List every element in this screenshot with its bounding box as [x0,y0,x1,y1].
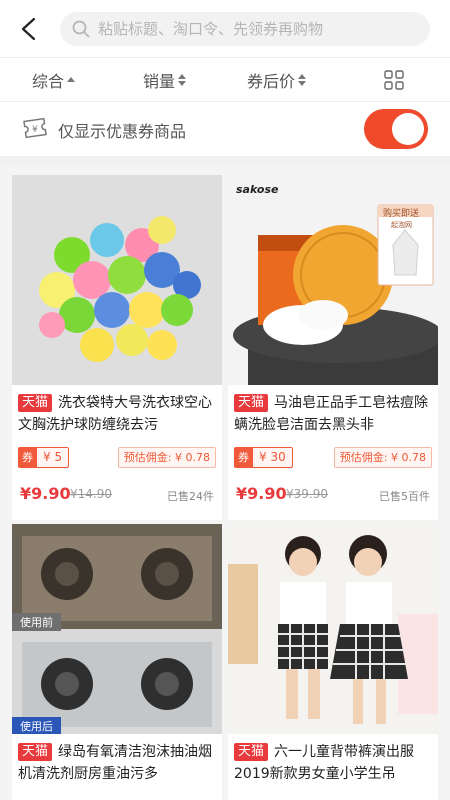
product-card[interactable]: sakose 购买即送 起泡网 天猫 马油皂正品手工皂祛痘除螨洗脸皂洁面去黑头非 … [228,175,438,520]
product-card[interactable]: 天猫 六一儿童背带裤演出服2019新款男女童小学生吊 [228,524,438,800]
product-card[interactable]: 使用前 使用后 天猫 绿岛有氧清洁泡沫抽油烟机清洗剂厨房重油污多 [12,524,222,800]
original-price: ¥39.90 [286,487,328,501]
sort-price-after-coupon[interactable]: 券后价 [247,58,307,102]
sort-sales[interactable]: 销量 [143,58,187,102]
section-divider [0,156,450,165]
product-title: 天猫 六一儿童背带裤演出服2019新款男女童小学生吊 [234,741,434,785]
laundry-balls-image [12,175,222,385]
product-image [228,524,438,734]
search-icon [72,20,90,38]
toggle-knob [392,113,424,145]
tmall-badge: 天猫 [234,743,269,761]
tmall-badge: 天猫 [18,743,53,761]
coupon-prefix: 券 [234,447,253,468]
top-bar [0,0,450,57]
product-title: 天猫 绿岛有氧清洁泡沫抽油烟机清洗剂厨房重油污多 [18,741,218,785]
after-use-tag: 使用后 [12,717,61,734]
gift-tag: 购买即送 [383,209,420,219]
sort-price-label: 券后价 [247,72,296,91]
gift-tag-sub: 起泡网 [391,221,412,229]
sort-updown-icon [298,74,307,86]
coupon-tag: 券 ¥ 30 [234,447,293,468]
product-card[interactable]: 天猫 洗衣袋特大号洗衣球空心文胸洗护球防缠绕去污 券 ¥ 5 预估佣金: ¥ 0.… [12,175,222,520]
coupon-filter-label: 仅显示优惠券商品 [58,122,187,141]
price: ¥9.90 [20,484,71,503]
tmall-badge: 天猫 [18,394,53,412]
coupon-icon: ¥ [23,117,47,139]
price: ¥9.90 [236,484,287,503]
coupon-value: ¥ 30 [253,447,293,468]
before-use-tag: 使用前 [12,613,61,631]
coupon-only-toggle[interactable] [364,109,428,149]
sort-comprehensive-label: 综合 [32,72,65,91]
sold-count: 已售5百件 [379,490,430,503]
search-box[interactable] [60,12,430,46]
sort-bar: 综合 销量 券后价 [0,57,450,102]
product-title: 天猫 洗衣袋特大号洗衣球空心文胸洗护球防缠绕去污 [18,392,218,436]
grid-view-icon[interactable] [384,70,404,90]
product-image: sakose 购买即送 起泡网 [228,175,438,385]
product-title: 天猫 马油皂正品手工皂祛痘除螨洗脸皂洁面去黑头非 [234,392,434,436]
product-image [12,175,222,385]
coupon-tag: 券 ¥ 5 [18,447,70,468]
sold-count: 已售24件 [167,490,214,503]
back-arrow-icon[interactable] [18,16,42,42]
original-price: ¥14.90 [70,487,112,501]
svg-text:¥: ¥ [32,125,38,135]
tmall-badge: 天猫 [234,394,269,412]
coupon-prefix: 券 [18,447,37,468]
search-input[interactable] [98,20,398,38]
sort-sales-label: 销量 [143,72,176,91]
brand-logo: sakose [236,183,279,196]
commission-tag: 预估佣金: ¥ 0.78 [333,447,432,468]
sort-updown-icon [178,74,187,86]
commission-tag: 预估佣金: ¥ 0.78 [117,447,216,468]
kids-costume-image [228,524,438,734]
product-image: 使用前 使用后 [12,524,222,734]
sort-up-icon [67,76,76,84]
coupon-value: ¥ 5 [37,447,70,468]
sort-comprehensive[interactable]: 综合 [32,58,76,102]
